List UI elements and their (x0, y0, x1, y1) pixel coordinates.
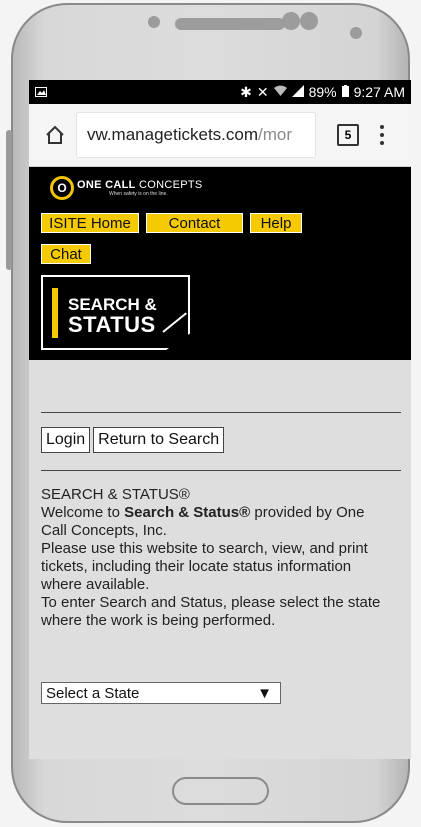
wifi-icon (273, 84, 287, 100)
one-call-concepts-logo[interactable]: O ONE CALL CONCEPTS When safety is on th… (50, 176, 203, 200)
phone-screen: ✱ ✕ 89% 9:27 AM vw.managetickets.com/mor… (29, 80, 411, 759)
state-select-value: Select a State (46, 684, 140, 702)
gallery-notification-icon (35, 84, 47, 100)
divider (41, 470, 401, 471)
dropdown-arrow-icon: ▼ (257, 684, 272, 702)
site-header: O ONE CALL CONCEPTS When safety is on th… (29, 167, 411, 360)
overflow-menu-button[interactable] (377, 123, 387, 147)
return-to-search-button[interactable]: Return to Search (93, 427, 225, 453)
logo-word-concepts: CONCEPTS (139, 179, 203, 191)
logo-ring-icon: O (50, 176, 74, 200)
nav-chat[interactable]: Chat (41, 244, 91, 264)
login-button[interactable]: Login (41, 427, 91, 453)
browser-toolbar: vw.managetickets.com/mor 5 (29, 104, 411, 167)
sensor-dot (282, 12, 300, 30)
earpiece-speaker (175, 18, 285, 30)
nav-help[interactable]: Help (250, 213, 302, 233)
action-buttons: Login Return to Search (41, 427, 225, 453)
clock: 9:27 AM (353, 84, 405, 100)
welcome-bold: Search & Status® (124, 504, 251, 521)
welcome-prefix: Welcome to (41, 504, 125, 521)
nav-isite-home[interactable]: ISITE Home (41, 213, 139, 233)
search-status-badge: SEARCH & STATUS (41, 275, 190, 350)
badge-line-2: STATUS (68, 312, 156, 337)
badge-accent-bar (52, 288, 58, 338)
url-host: vw.managetickets.com (87, 125, 259, 144)
divider (41, 412, 401, 413)
address-bar[interactable]: vw.managetickets.com/mor (77, 113, 315, 157)
intro-paragraph-2: To enter Search and Status, please selec… (41, 594, 381, 629)
phone-home-key[interactable] (172, 777, 269, 805)
logo-o: O (57, 181, 67, 195)
tab-switcher-button[interactable]: 5 (337, 124, 359, 146)
home-button[interactable] (33, 113, 77, 157)
signal-icon (291, 84, 304, 100)
state-select[interactable]: Select a State ▼ (41, 682, 281, 704)
battery-percent: 89% (308, 84, 337, 100)
bluetooth-icon: ✱ (240, 83, 252, 100)
status-bar: ✱ ✕ 89% 9:27 AM (29, 80, 411, 104)
url-path: /mor (258, 125, 293, 144)
mute-icon: ✕ (256, 83, 269, 100)
logo-word-call: CALL (105, 179, 136, 191)
nav-contact[interactable]: Contact (146, 213, 243, 233)
battery-icon (341, 84, 349, 100)
proximity-sensor (350, 27, 362, 39)
intro-heading: SEARCH & STATUS® (41, 486, 190, 503)
intro-text: SEARCH & STATUS® Welcome to Search & Sta… (41, 486, 393, 630)
logo-word-one: ONE (77, 179, 102, 191)
front-camera (148, 16, 160, 28)
welcome-text: Welcome to Search & Status® provided by … (41, 504, 393, 540)
home-icon (46, 125, 64, 144)
intro-paragraph-1: Please use this website to search, view,… (41, 540, 368, 593)
sensor-dot (300, 12, 318, 30)
tab-count: 5 (344, 128, 352, 142)
phone-side-button (6, 130, 12, 270)
logo-tagline: When safety is on the line. (109, 191, 168, 197)
